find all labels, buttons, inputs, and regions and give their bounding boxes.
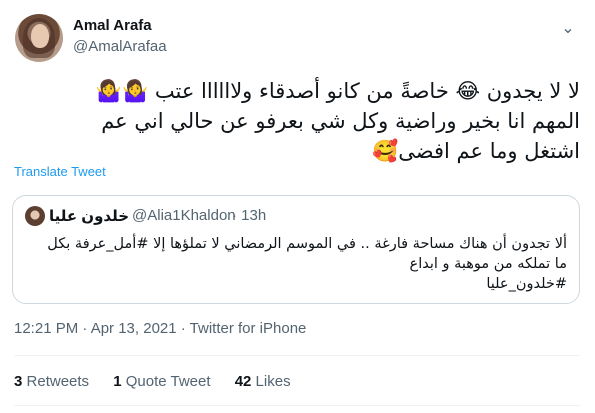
quoted-text: ألا تجدون أن هناك مساحة فارغة .. في المو…	[25, 234, 567, 294]
tweet-timestamp[interactable]: 12:21 PM · Apr 13, 2021 · Twitter for iP…	[14, 320, 306, 337]
quoted-tweet[interactable]: خلدون عليا @Alia1Khaldon · 13h ألا تجدون…	[12, 195, 580, 304]
quoted-time: · 13h	[232, 207, 267, 224]
quoted-author-handle: @Alia1Khaldon	[132, 207, 236, 224]
quoted-line-2: ما تملكه من موهبة و ابداع	[409, 256, 567, 272]
avatar[interactable]	[15, 14, 63, 62]
tweet-line-1: لا لا يجدون 😂 خاصةً من كانو أصدقاء ولااا…	[95, 79, 580, 103]
more-options-icon[interactable]: ⌄	[556, 17, 580, 41]
author-handle[interactable]: @AmalArafaa	[73, 38, 167, 55]
tweet-card: Amal Arafa @AmalArafaa ⌄ لا لا يجدون 😂 خ…	[0, 0, 595, 413]
quoted-tweet-header: خلدون عليا @Alia1Khaldon · 13h	[13, 206, 579, 226]
retweets-stat[interactable]: 3 Retweets	[14, 373, 89, 390]
tweet-line-2: المهم انا بخير وراضية وكل شي بعرفو عن حا…	[101, 109, 580, 133]
translate-tweet-link[interactable]: Translate Tweet	[14, 164, 106, 179]
quoted-line-3[interactable]: #خلدون_عليا	[25, 274, 567, 294]
divider	[14, 405, 580, 406]
divider	[14, 355, 580, 356]
likes-stat[interactable]: 42 Likes	[235, 373, 291, 390]
quoted-author-name: خلدون عليا	[49, 208, 130, 225]
author-name[interactable]: Amal Arafa	[73, 17, 152, 34]
quoted-line-1: ألا تجدون أن هناك مساحة فارغة .. في المو…	[47, 236, 567, 252]
quote-tweets-stat[interactable]: 1 Quote Tweet	[113, 373, 210, 390]
tweet-line-3: اشتغل وما عم افضى🥰	[372, 139, 580, 163]
quoted-avatar	[25, 206, 45, 226]
engagement-stats: 3 Retweets 1 Quote Tweet 42 Likes	[14, 373, 311, 390]
tweet-text: لا لا يجدون 😂 خاصةً من كانو أصدقاء ولااا…	[14, 76, 580, 166]
avatar-face	[31, 24, 49, 48]
